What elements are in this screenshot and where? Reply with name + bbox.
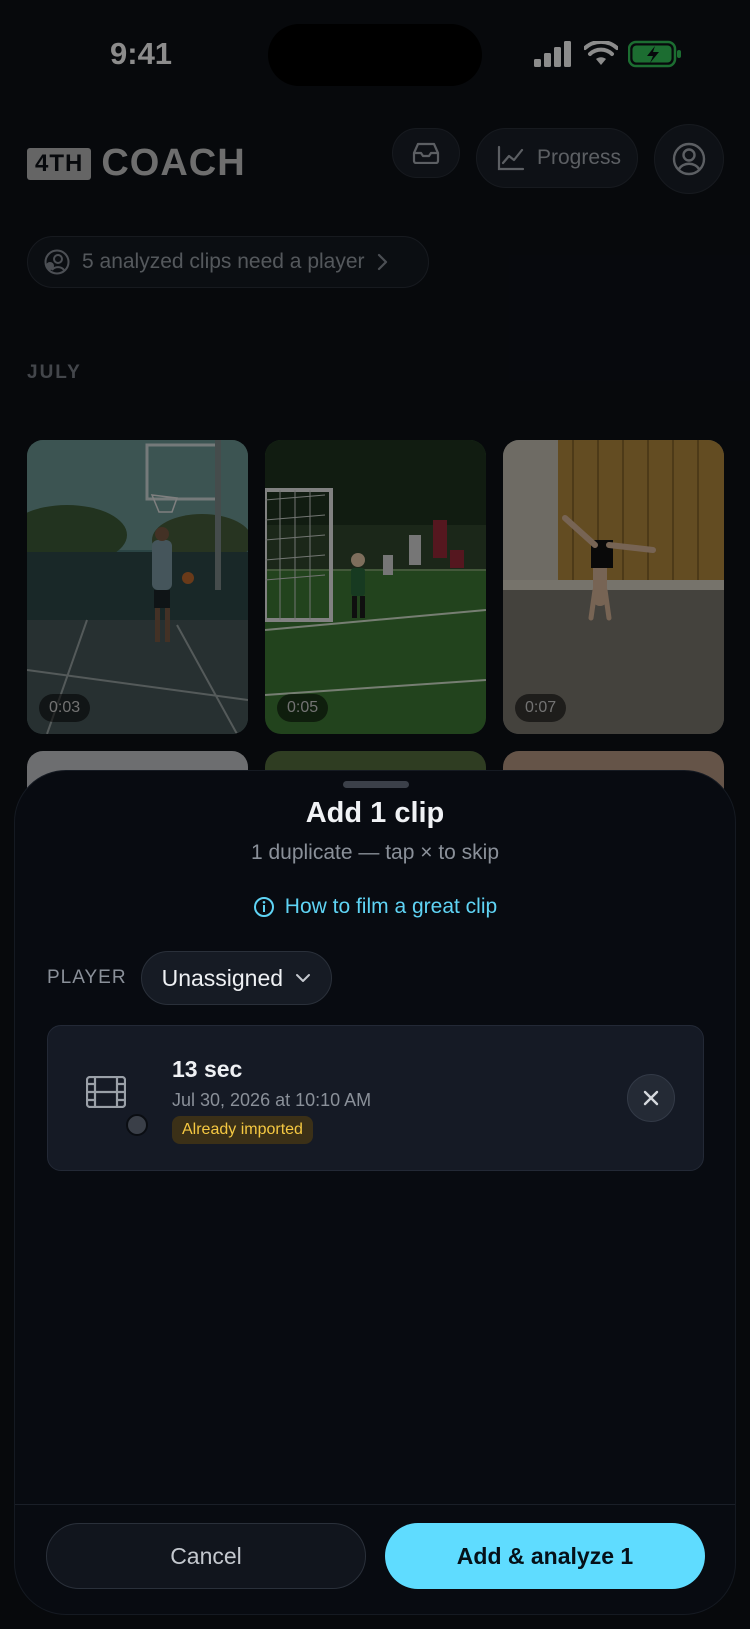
info-circle-icon	[253, 897, 274, 917]
film-icon	[86, 1076, 126, 1108]
player-label: PLAYER	[47, 967, 127, 988]
skip-clip-button[interactable]	[627, 1074, 675, 1122]
add-analyze-button[interactable]: Add & analyze 1	[385, 1523, 705, 1589]
film-tips-label: How to film a great clip	[284, 895, 498, 918]
chevron-down-icon	[296, 974, 311, 982]
selection-indicator	[126, 1114, 148, 1136]
close-icon	[643, 1090, 659, 1106]
sheet-subtitle: 1 duplicate — tap × to skip	[250, 841, 500, 864]
sheet-title: Add 1 clip	[305, 797, 445, 829]
add-clips-sheet: Add 1 clip 1 duplicate — tap × to skip H…	[14, 770, 736, 1615]
pending-clip-card: 13 sec Jul 30, 2026 at 10:10 AM Already …	[47, 1025, 704, 1171]
film-tips-link[interactable]: How to film a great clip	[15, 895, 735, 919]
player-select-value: Unassigned	[161, 964, 284, 991]
sheet-grabber[interactable]	[343, 781, 409, 788]
clip-length: 13 sec	[172, 1056, 243, 1082]
duplicate-badge: Already imported	[172, 1116, 313, 1144]
player-row: PLAYER Unassigned	[47, 951, 333, 1005]
cancel-button[interactable]: Cancel	[46, 1523, 366, 1589]
player-select[interactable]: Unassigned	[140, 951, 333, 1005]
sheet-footer: Cancel Add & analyze 1	[15, 1504, 735, 1614]
clip-date: Jul 30, 2026 at 10:10 AM	[172, 1090, 372, 1110]
